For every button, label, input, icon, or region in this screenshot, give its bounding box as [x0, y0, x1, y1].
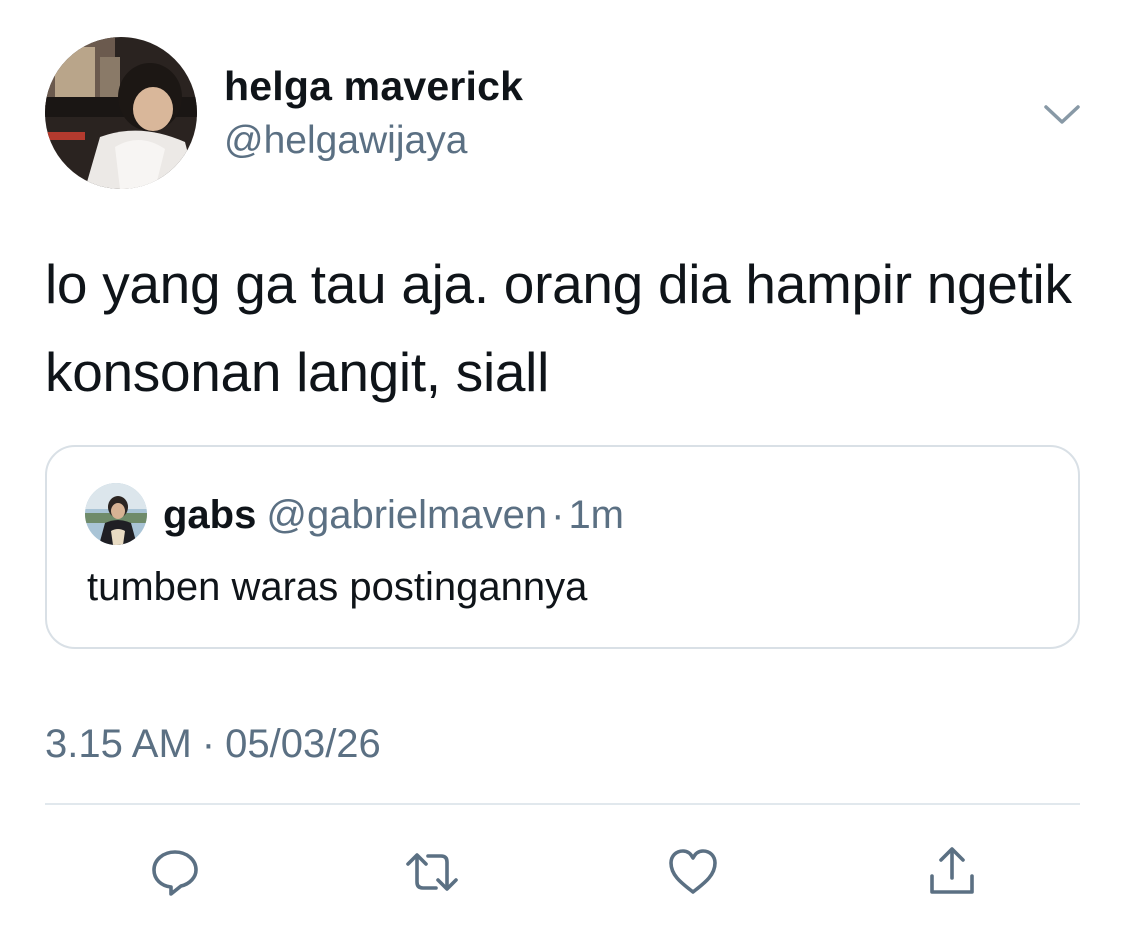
- quoted-author-avatar: [85, 483, 147, 545]
- quoted-author-display-name: gabs: [163, 493, 257, 537]
- more-options-chevron-down-icon[interactable]: [1040, 98, 1084, 130]
- divider: [45, 803, 1080, 805]
- quoted-author-handle: @gabrielmaven: [266, 493, 548, 537]
- tweet-time: 3.15 AM: [45, 722, 192, 766]
- quoted-tweet-card[interactable]: gabs @gabrielmaven · 1m tumben waras postin…: [45, 445, 1080, 649]
- share-icon: [930, 847, 974, 894]
- author-display-name[interactable]: helga maverick: [224, 63, 523, 110]
- quoted-tweet-time: 1m: [568, 493, 625, 537]
- quoted-separator: ·: [551, 493, 565, 537]
- like-button[interactable]: [661, 840, 725, 904]
- avatar-photo-icon: [45, 37, 197, 189]
- heart-icon: [669, 849, 717, 894]
- tweet-detail: helga maverick @helgawijaya lo yang ga t…: [0, 0, 1125, 937]
- reply-button[interactable]: [143, 840, 207, 904]
- share-button[interactable]: [920, 840, 984, 904]
- timestamp-separator: ·: [201, 722, 216, 766]
- quoted-tweet-text: tumben waras postingannya: [87, 565, 588, 609]
- quoted-tweet-header: gabs @gabrielmaven · 1m: [163, 493, 624, 538]
- author-avatar[interactable]: [45, 37, 197, 189]
- author-handle[interactable]: @helgawijaya: [224, 119, 467, 163]
- tweet-date: 05/03/26: [225, 722, 381, 766]
- tweet-text: lo yang ga tau aja. orang dia hampir nge…: [45, 253, 1072, 403]
- reply-icon: [152, 850, 198, 896]
- retweet-button[interactable]: [400, 840, 464, 904]
- retweet-icon: [406, 853, 458, 891]
- tweet-timestamp[interactable]: 3.15 AM · 05/03/26: [45, 722, 381, 767]
- avatar-photo-icon: [85, 483, 147, 545]
